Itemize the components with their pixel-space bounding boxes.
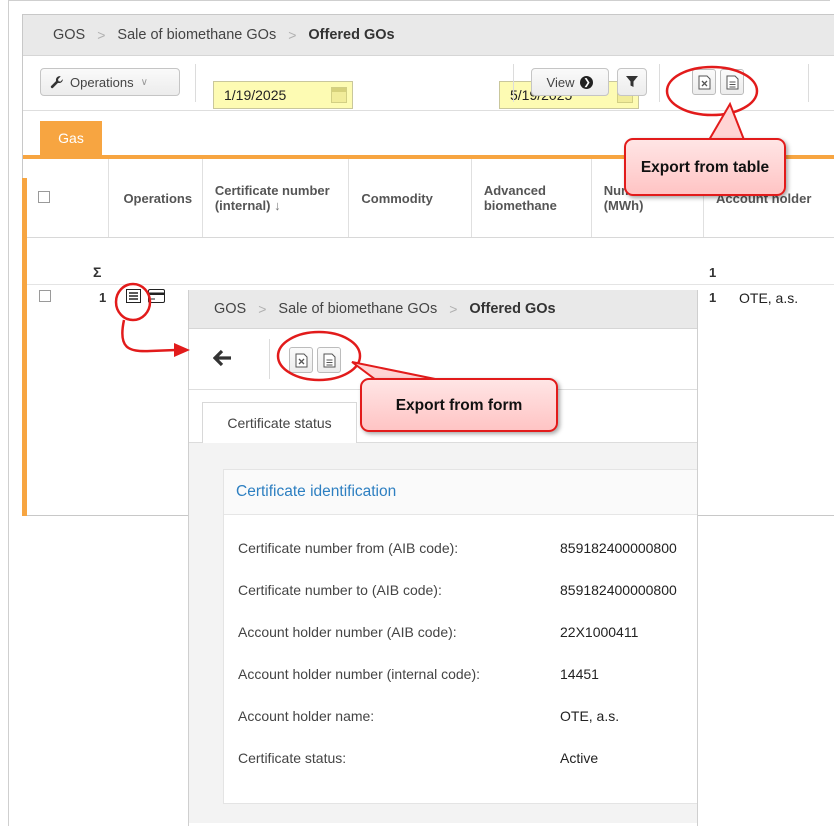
highlight-ellipse xyxy=(276,330,362,382)
highlight-ellipse xyxy=(114,282,152,322)
highlight-ellipse xyxy=(665,65,759,117)
arrow-path xyxy=(121,319,177,353)
export-from-table-callout: Export from table xyxy=(624,138,786,196)
arrow-head-icon xyxy=(174,343,190,357)
export-from-form-callout: Export from form xyxy=(360,378,558,432)
